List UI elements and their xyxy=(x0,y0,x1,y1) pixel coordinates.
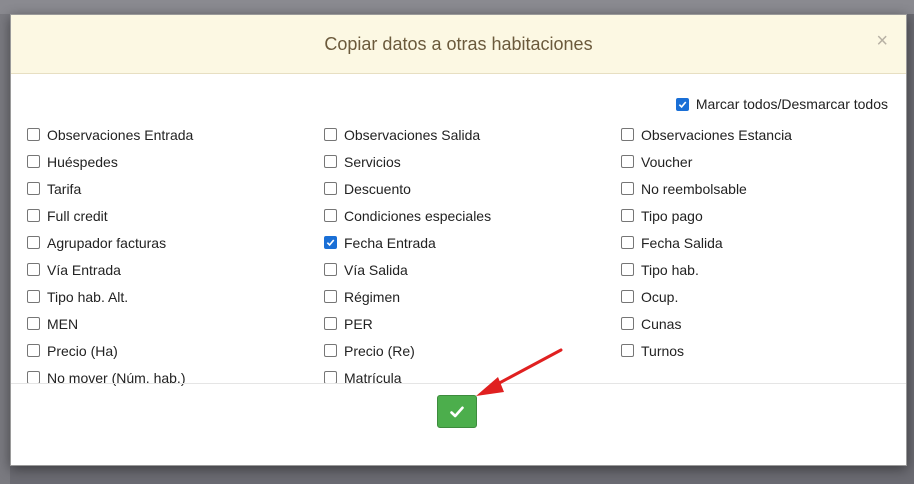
checkbox[interactable] xyxy=(27,128,40,141)
toggle-all-check[interactable] xyxy=(675,97,689,111)
option-checkbox[interactable]: Vía Salida xyxy=(324,256,621,283)
option-checkbox[interactable]: MEN xyxy=(27,310,324,337)
option-label: Vía Entrada xyxy=(47,261,121,278)
option-label: Fecha Salida xyxy=(641,234,723,251)
option-checkbox[interactable]: Precio (Ha) xyxy=(27,337,324,364)
checkbox[interactable] xyxy=(621,182,634,195)
option-checkbox[interactable]: Tipo hab. Alt. xyxy=(27,283,324,310)
modal-title: Copiar datos a otras habitaciones xyxy=(324,34,593,54)
option-checkbox[interactable]: Vía Entrada xyxy=(27,256,324,283)
option-checkbox[interactable]: Condiciones especiales xyxy=(324,202,621,229)
checkbox[interactable] xyxy=(621,263,634,276)
checkbox[interactable] xyxy=(324,209,337,222)
checkbox[interactable] xyxy=(27,155,40,168)
checkbox[interactable] xyxy=(324,263,337,276)
checkbox[interactable] xyxy=(324,236,337,249)
option-label: Agrupador facturas xyxy=(47,234,167,251)
option-label: Observaciones Salida xyxy=(344,126,481,143)
option-checkbox[interactable]: Observaciones Estancia xyxy=(621,121,887,148)
option-label: Voucher xyxy=(641,153,693,170)
checkbox[interactable] xyxy=(324,344,337,357)
option-checkbox[interactable]: Ocup. xyxy=(621,283,887,310)
checkbox[interactable] xyxy=(324,290,337,303)
option-label: Ocup. xyxy=(641,288,679,305)
option-checkbox[interactable]: Descuento xyxy=(324,175,621,202)
check-icon xyxy=(450,406,464,417)
checkbox[interactable] xyxy=(621,290,634,303)
modal-body: Marcar todos/Desmarcar todos Observacion… xyxy=(11,73,906,386)
background-page-left xyxy=(0,14,10,484)
option-label: Precio (Ha) xyxy=(47,342,118,359)
option-checkbox[interactable]: Precio (Re) xyxy=(324,337,621,364)
checkbox[interactable] xyxy=(27,263,40,276)
option-label: Huéspedes xyxy=(47,153,118,170)
checkbox[interactable] xyxy=(621,317,634,330)
checkbox[interactable] xyxy=(27,182,40,195)
option-label: PER xyxy=(344,315,373,332)
checkbox[interactable] xyxy=(621,209,634,222)
option-label: Turnos xyxy=(641,342,685,359)
option-label: Tarifa xyxy=(47,180,82,197)
copy-data-modal: Copiar datos a otras habitaciones × Marc… xyxy=(10,14,907,466)
option-label: Fecha Entrada xyxy=(344,234,436,251)
option-checkbox[interactable]: Observaciones Salida xyxy=(324,121,621,148)
checkbox[interactable] xyxy=(324,182,337,195)
modal-footer xyxy=(11,383,906,465)
checkbox[interactable] xyxy=(27,290,40,303)
option-checkbox[interactable]: Fecha Salida xyxy=(621,229,887,256)
options-grid: Observaciones Entrada Observaciones Salid… xyxy=(27,121,887,391)
option-checkbox[interactable]: No reembolsable xyxy=(621,175,887,202)
background-page xyxy=(0,0,914,14)
option-label: MEN xyxy=(47,315,79,332)
option-checkbox[interactable]: Régimen xyxy=(324,283,621,310)
option-checkbox[interactable]: Agrupador facturas xyxy=(27,229,324,256)
modal-header: Copiar datos a otras habitaciones × xyxy=(11,15,906,74)
option-checkbox[interactable]: Servicios xyxy=(324,148,621,175)
option-label: Precio (Re) xyxy=(344,342,415,359)
option-checkbox[interactable]: Tipo pago xyxy=(621,202,887,229)
checkbox[interactable] xyxy=(27,209,40,222)
option-label: No reembolsable xyxy=(641,180,747,197)
confirm-button[interactable] xyxy=(437,395,477,428)
option-checkbox[interactable]: Fecha Entrada xyxy=(324,229,621,256)
toggle-all-checkbox[interactable]: Marcar todos/Desmarcar todos xyxy=(675,96,888,112)
checkbox[interactable] xyxy=(324,317,337,330)
checkbox[interactable] xyxy=(27,317,40,330)
option-checkbox[interactable]: Full credit xyxy=(27,202,324,229)
checkbox[interactable] xyxy=(621,155,634,168)
option-label: Tipo pago xyxy=(641,207,703,224)
checkbox[interactable] xyxy=(27,236,40,249)
option-checkbox[interactable]: Huéspedes xyxy=(27,148,324,175)
checkbox[interactable] xyxy=(621,344,634,357)
option-label: Régimen xyxy=(344,288,401,305)
option-checkbox[interactable]: Turnos xyxy=(621,337,887,364)
option-label: Cunas xyxy=(641,315,682,332)
checkbox[interactable] xyxy=(27,344,40,357)
option-label: Descuento xyxy=(344,180,411,197)
close-button[interactable]: × xyxy=(876,30,888,52)
option-label: Full credit xyxy=(47,207,108,224)
option-label: Condiciones especiales xyxy=(344,207,492,224)
option-checkbox[interactable]: Observaciones Entrada xyxy=(27,121,324,148)
option-label: Vía Salida xyxy=(344,261,408,278)
toggle-all-label: Marcar todos/Desmarcar todos xyxy=(695,96,888,112)
checkbox[interactable] xyxy=(324,128,337,141)
option-label: Tipo hab. xyxy=(641,261,699,278)
option-label: Servicios xyxy=(344,153,401,170)
option-label: Tipo hab. Alt. xyxy=(47,288,129,305)
checkbox[interactable] xyxy=(324,155,337,168)
checkbox[interactable] xyxy=(621,128,634,141)
option-checkbox[interactable]: Tarifa xyxy=(27,175,324,202)
option-label: Observaciones Entrada xyxy=(47,126,194,143)
option-checkbox[interactable]: Cunas xyxy=(621,310,887,337)
option-label: Observaciones Estancia xyxy=(641,126,792,143)
checkbox[interactable] xyxy=(621,236,634,249)
option-checkbox[interactable]: Voucher xyxy=(621,148,887,175)
option-checkbox[interactable]: Tipo hab. xyxy=(621,256,887,283)
option-checkbox[interactable]: PER xyxy=(324,310,621,337)
